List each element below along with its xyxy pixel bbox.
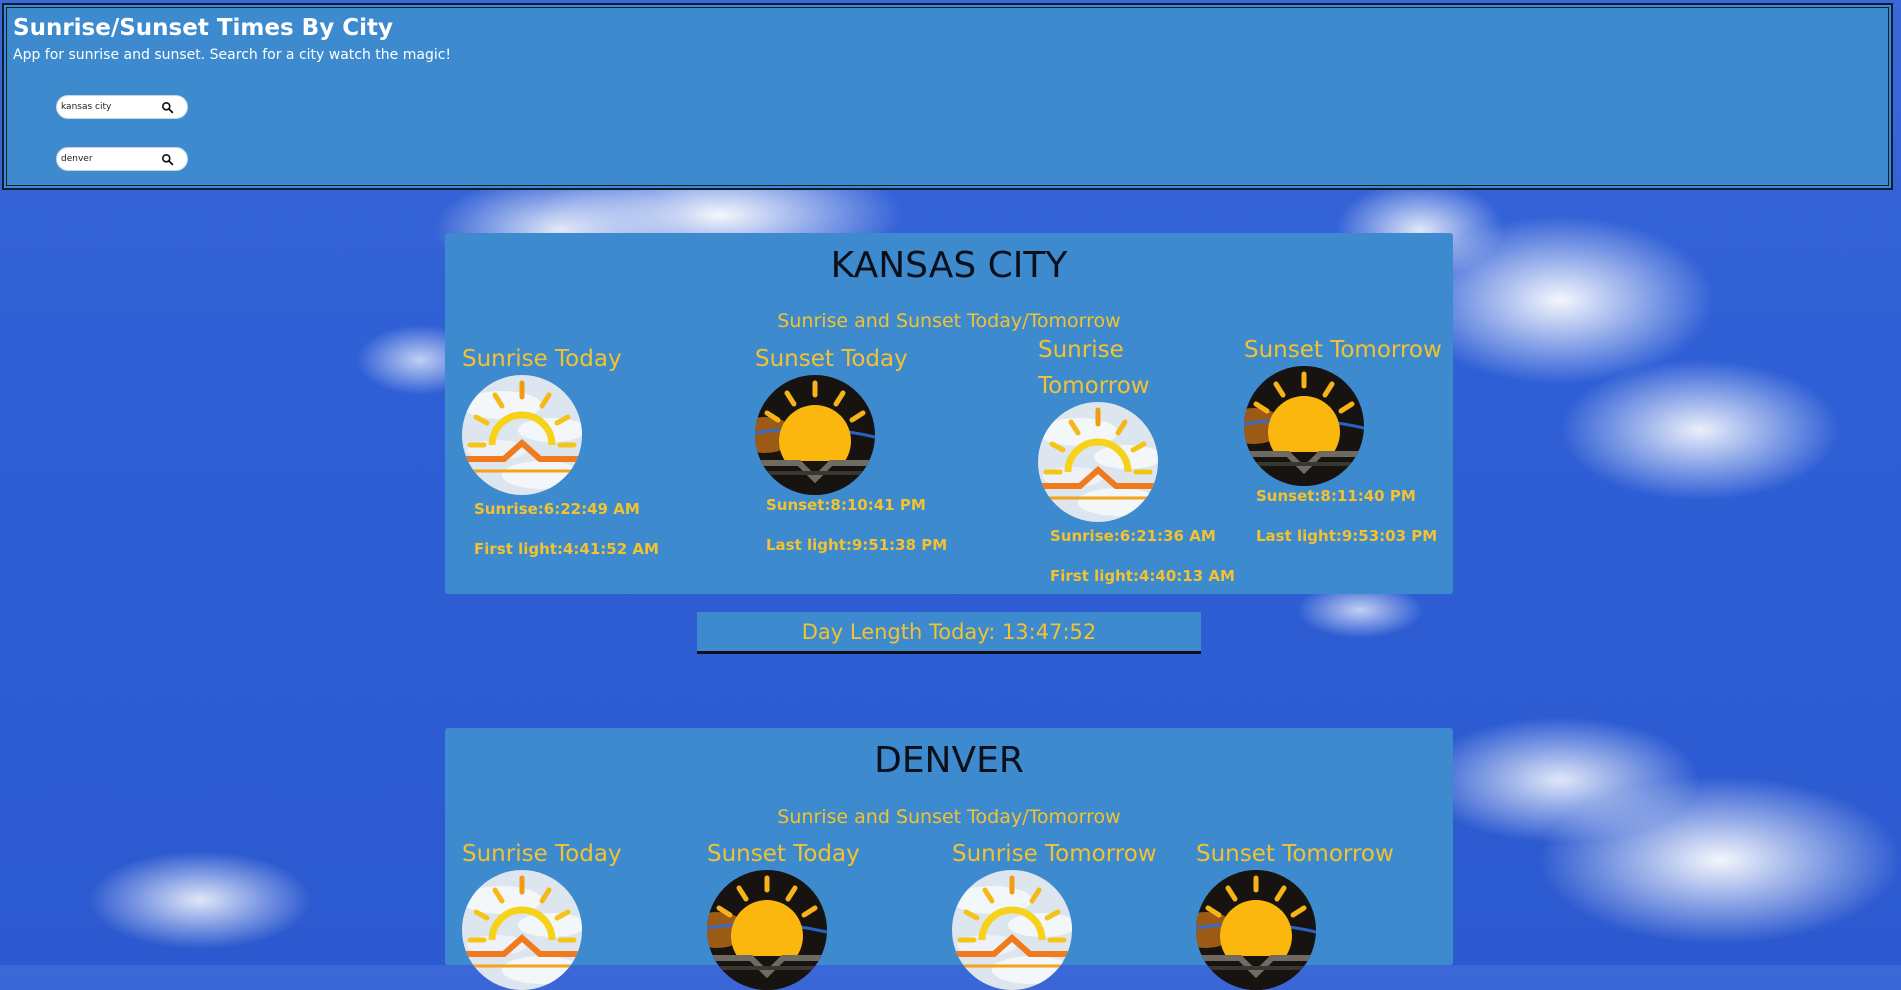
day-length: Day Length Today: 13:47:52 <box>697 612 1201 654</box>
city-search-1 <box>56 95 188 119</box>
app-header: Sunrise/Sunset Times By City App for sun… <box>2 3 1893 190</box>
sunrise-icon <box>952 870 1072 990</box>
sunrise-icon <box>462 870 582 990</box>
sunrise-time: Sunrise:6:22:49 AM <box>474 500 640 518</box>
city-search-2 <box>56 147 188 171</box>
search-input[interactable] <box>61 99 153 115</box>
search-icon <box>161 101 174 114</box>
sunset-today-title: Sunset Today <box>707 841 860 867</box>
sunset-time: Sunset:8:10:41 PM <box>766 496 926 514</box>
first-light-time: First light:4:40:13 AM <box>1050 567 1235 585</box>
sunrise-time: Sunrise:6:21:36 AM <box>1050 527 1216 545</box>
city-name: KANSAS CITY <box>830 245 1068 286</box>
last-light-time: Last light:9:53:03 PM <box>1256 527 1438 545</box>
first-light-time: First light:4:41:52 AM <box>474 540 659 558</box>
city-name: DENVER <box>874 740 1024 781</box>
sunrise-today-title: Sunrise Today <box>462 841 622 867</box>
app-subtitle: App for sunrise and sunset. Search for a… <box>13 47 452 63</box>
search-input[interactable] <box>61 151 153 167</box>
sunset-icon <box>1196 870 1316 990</box>
sunrise-tomorrow-title: Sunrise <box>1038 337 1124 363</box>
panel-subtitle: Sunrise and Sunset Today/Tomorrow <box>777 806 1121 828</box>
sunrise-today-title: Sunrise Today <box>462 346 622 372</box>
sunset-tomorrow-title: Sunset Tomorrow <box>1196 841 1394 867</box>
sunset-icon <box>707 870 827 990</box>
sunset-tomorrow-title: Sunset Tomorrow <box>1244 337 1442 363</box>
sunrise-icon <box>1038 402 1158 522</box>
sunrise-icon <box>462 375 582 495</box>
city-panel-kansas-city: KANSAS CITY Sunrise and Sunset Today/Tom… <box>445 233 1453 594</box>
sunrise-tomorrow-title-line2: Tomorrow <box>1038 373 1150 399</box>
search-button[interactable] <box>157 98 177 116</box>
search-button[interactable] <box>157 150 177 168</box>
sunset-today-title: Sunset Today <box>755 346 908 372</box>
last-light-time: Last light:9:51:38 PM <box>766 536 948 554</box>
app-title: Sunrise/Sunset Times By City <box>13 15 393 41</box>
city-panel-denver: DENVER Sunrise and Sunset Today/Tomorrow… <box>445 728 1453 965</box>
panel-subtitle: Sunrise and Sunset Today/Tomorrow <box>777 310 1121 332</box>
sunset-time: Sunset:8:11:40 PM <box>1256 487 1416 505</box>
sunset-icon <box>755 375 875 495</box>
search-icon <box>161 153 174 166</box>
sunrise-tomorrow-title: Sunrise Tomorrow <box>952 841 1157 867</box>
sunset-icon <box>1244 366 1364 486</box>
